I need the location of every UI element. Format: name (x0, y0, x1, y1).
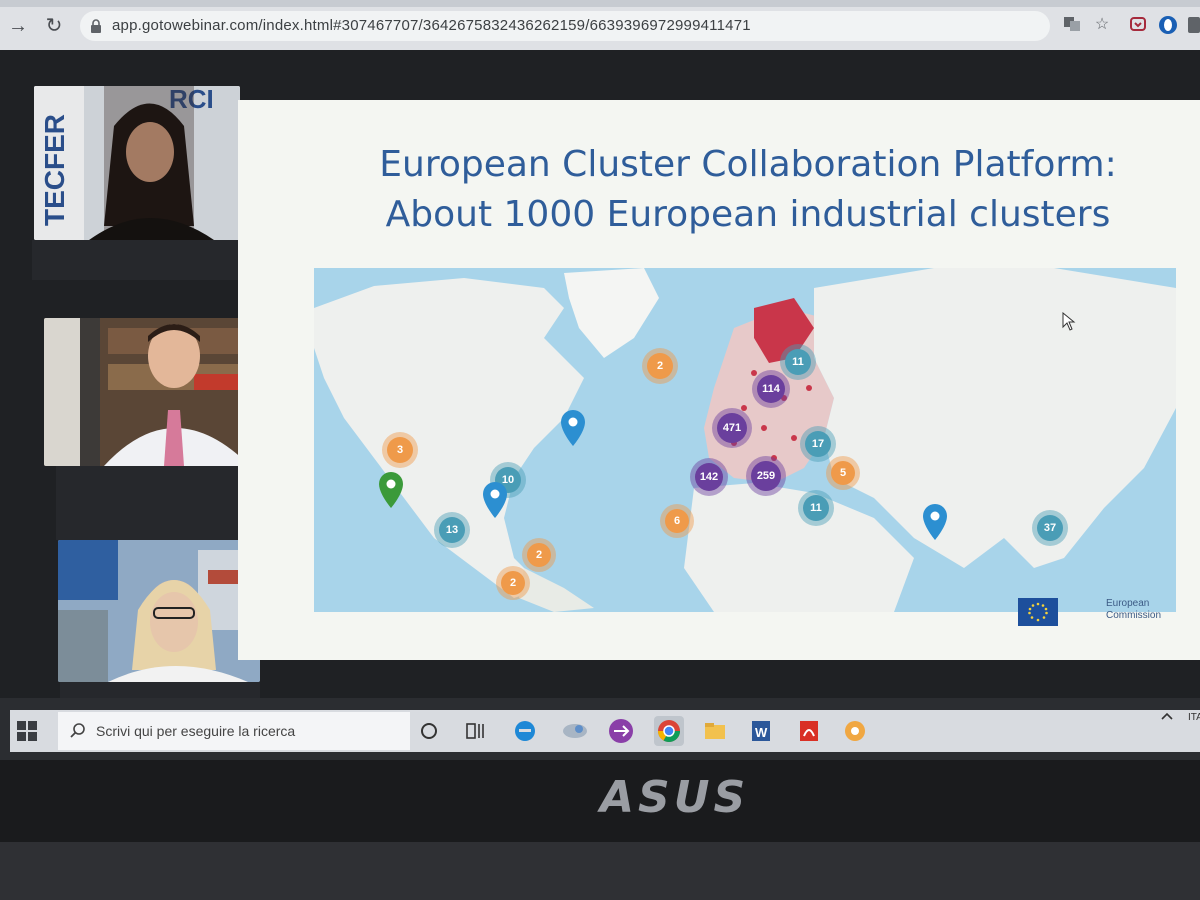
webcam-participant-3 (58, 540, 260, 682)
cluster-count: 471 (722, 422, 742, 434)
location-pin-icon[interactable] (378, 472, 404, 508)
extension-icon[interactable] (1184, 15, 1200, 35)
eu-flag-icon (1018, 598, 1058, 626)
cluster-count: 142 (699, 471, 719, 483)
search-placeholder: Scrivi qui per eseguire la ricerca (96, 723, 296, 739)
cluster-marker[interactable]: 3 (382, 432, 418, 468)
cluster-count: 114 (762, 383, 780, 395)
slide-title-line-2: About 1000 European industrial clusters (385, 194, 1111, 235)
webcam-participant-1: TECFER RCI (34, 86, 240, 240)
forward-icon[interactable]: → (6, 14, 30, 38)
cluster-marker[interactable]: 6 (660, 504, 694, 538)
cluster-marker[interactable]: 114 (752, 370, 790, 408)
acrobat-icon[interactable] (794, 716, 824, 746)
european-commission-logo: European Commission (1018, 598, 1178, 628)
tab-strip (0, 0, 1200, 7)
cluster-marker[interactable]: 2 (642, 348, 678, 384)
lock-icon (91, 19, 101, 33)
ec-logo-line-1: European (1106, 598, 1150, 609)
svg-text:W: W (755, 725, 768, 740)
pocket-extension-icon[interactable] (1128, 15, 1148, 35)
ec-logo-text: European Commission (1106, 598, 1161, 622)
app-icon[interactable] (840, 716, 870, 746)
cortana-icon[interactable] (414, 716, 444, 746)
world-cluster-map: 2 11 114 471 17 142 259 5 11 6 3 10 13 2… (314, 268, 1176, 612)
location-pin-icon[interactable] (560, 410, 586, 446)
webcam-gap (32, 240, 244, 280)
address-bar[interactable]: app.gotowebinar.com/index.html#307467707… (80, 11, 1050, 41)
mouse-cursor-icon (1062, 312, 1076, 331)
taskbar-search-box[interactable]: Scrivi qui per eseguire la ricerca (58, 712, 410, 750)
cluster-marker[interactable]: 259 (746, 456, 786, 496)
cluster-marker[interactable]: 11 (798, 490, 834, 526)
presentation-slide: European Cluster Collaboration Platform:… (238, 100, 1200, 660)
word-icon[interactable]: W (746, 716, 776, 746)
webcam-participant-2 (44, 318, 250, 466)
url-text: app.gotowebinar.com/index.html#307467707… (112, 17, 751, 34)
cluster-count: 13 (445, 524, 459, 536)
slide-title-line-1: European Cluster Collaboration Platform: (379, 144, 1117, 185)
cluster-marker[interactable]: 142 (690, 458, 728, 496)
cluster-marker[interactable]: 5 (826, 456, 860, 490)
chevron-up-icon[interactable] (1160, 710, 1174, 727)
cluster-count: 259 (756, 470, 776, 482)
windows-start-icon[interactable] (16, 720, 38, 742)
slide-title: European Cluster Collaboration Platform:… (338, 140, 1158, 240)
cluster-count: 5 (839, 467, 847, 479)
cluster-count: 2 (656, 360, 664, 372)
location-pin-icon[interactable] (922, 504, 948, 540)
webcam-gap (56, 466, 256, 540)
svg-text:TECFER: TECFER (39, 114, 70, 226)
photo-of-laptop-screen: → ↻ app.gotowebinar.com/index.html#30746… (0, 0, 1200, 900)
app-icon[interactable] (606, 716, 636, 746)
cluster-marker[interactable]: 37 (1032, 510, 1068, 546)
laptop-hinge (0, 842, 1200, 900)
cluster-count: 11 (810, 502, 822, 514)
search-icon (70, 723, 85, 738)
task-view-icon[interactable] (460, 716, 490, 746)
chrome-icon[interactable] (654, 716, 684, 746)
cluster-marker[interactable]: 13 (434, 512, 470, 548)
language-indicator[interactable]: ITA (1188, 712, 1200, 723)
windows-taskbar: Scrivi qui per eseguire la ricerca W ITA (0, 698, 1200, 760)
opera-extension-icon[interactable] (1158, 15, 1178, 35)
cluster-marker[interactable]: 471 (712, 408, 752, 448)
taskbar-surface: Scrivi qui per eseguire la ricerca W ITA (10, 710, 1200, 752)
cluster-count: 3 (396, 444, 404, 456)
translate-icon[interactable] (1062, 15, 1082, 35)
location-pin-icon[interactable] (482, 482, 508, 518)
ec-logo-line-2: Commission (1106, 610, 1162, 621)
file-explorer-icon[interactable] (700, 716, 730, 746)
app-icon[interactable] (560, 716, 590, 746)
cluster-marker[interactable]: 2 (496, 566, 530, 600)
asus-logo: ASUS (600, 772, 750, 823)
reload-icon[interactable]: ↻ (42, 14, 66, 38)
edge-browser-icon[interactable] (510, 716, 540, 746)
cluster-count: 6 (673, 515, 681, 527)
browser-toolbar: → ↻ app.gotowebinar.com/index.html#30746… (0, 0, 1200, 50)
bookmark-star-icon[interactable]: ☆ (1092, 15, 1112, 35)
cluster-count: 37 (1043, 522, 1057, 534)
webcam-gap (60, 682, 260, 698)
cluster-count: 2 (509, 577, 517, 589)
